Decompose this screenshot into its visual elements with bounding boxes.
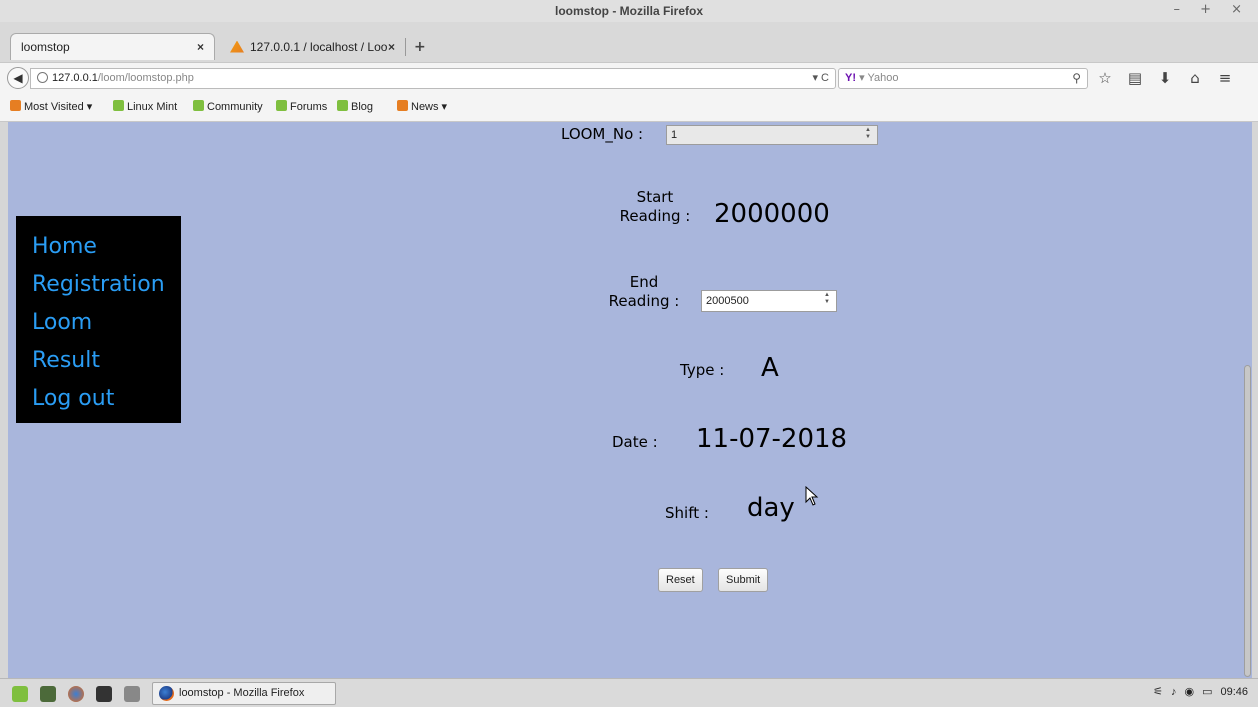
sidebar-item-home[interactable]: Home [32,228,181,266]
terminal-icon[interactable] [96,686,112,702]
home-icon[interactable]: ⌂ [1180,68,1210,89]
new-tab-icon[interactable]: + [414,39,426,55]
bookmark-linux-mint[interactable]: Linux Mint [113,100,177,113]
star-icon[interactable]: ☆ [1090,68,1120,89]
start-reading-label: Reading : [619,207,691,225]
battery-icon[interactable]: ▭ [1202,685,1212,698]
menu-icon[interactable]: ≡ [1210,68,1240,89]
most-visited-icon [10,100,21,111]
page-content: Home Registration Loom Result Log out LO… [8,122,1243,678]
rss-icon [397,100,408,111]
volume-icon[interactable]: ♪ [1171,686,1177,698]
bookmark-blog[interactable]: Blog [337,100,373,113]
start-reading-label-top: Start [636,188,674,206]
clock[interactable]: 09:46 [1220,686,1248,698]
bookmark-community[interactable]: Community [193,100,263,113]
tab-close-icon[interactable]: × [388,40,395,54]
firefox-launcher-icon[interactable] [68,686,84,702]
back-button[interactable]: ◀ [7,67,29,89]
sidebar-item-result[interactable]: Result [32,342,181,380]
download-icon[interactable]: ⬇ [1150,68,1180,89]
firefox-icon [159,686,174,701]
bookmark-label: Blog [351,101,374,113]
toolbar-icons: ☆ ▤ ⬇ ⌂ ≡ [1090,68,1240,89]
loom-no-input[interactable]: 1 ▲ ▼ [666,125,878,145]
globe-icon [37,72,48,83]
sidebar-item-loom[interactable]: Loom [32,304,181,342]
shift-value: day [747,493,795,523]
system-tray: ⚟ ♪ ◉ ▭ 09:46 [1153,685,1248,699]
end-reading-label-top: End [629,273,659,291]
tab-label: loomstop [21,40,70,54]
show-desktop-icon[interactable] [40,686,56,702]
network-icon[interactable]: ⚟ [1153,685,1163,698]
type-label: Type : [680,361,725,379]
url-bar[interactable]: 127.0.0.1/loom/loomstop.php ▾ C [30,68,836,89]
taskbar: loomstop - Mozilla Firefox ⚟ ♪ ◉ ▭ 09:46 [0,678,1258,707]
mint-icon [337,100,348,111]
sidebar-item-registration[interactable]: Registration [32,266,181,304]
mint-icon [276,100,287,111]
mint-menu-icon[interactable] [12,686,28,702]
bookmark-label: Community [207,101,263,113]
window-title-bar: loomstop - Mozilla Firefox – + × [0,0,1258,22]
yahoo-logo-icon: Y! [845,72,856,84]
spinner-arrows-icon[interactable]: ▲ ▼ [824,292,830,306]
tab-loomstop[interactable]: loomstop × [10,33,215,60]
bookmark-label: Most Visited ▾ [24,101,93,113]
submit-button[interactable]: Submit [718,568,769,592]
bookmarks-bar: Most Visited ▾ Linux Mint Community Foru… [0,92,1258,122]
window-title: loomstop - Mozilla Firefox [554,4,703,18]
spinner-arrows-icon[interactable]: ▲ ▼ [865,127,871,141]
taskbar-window-firefox[interactable]: loomstop - Mozilla Firefox [152,682,336,705]
window-controls[interactable]: – + × [1173,2,1250,17]
mint-icon [113,100,124,111]
sidebar-item-logout[interactable]: Log out [32,380,181,418]
end-reading-value: 2000500 [706,295,749,307]
sidebar-menu: Home Registration Loom Result Log out [16,216,181,423]
bookmark-most-visited[interactable]: Most Visited ▾ [10,100,92,113]
loom-no-value: 1 [671,129,678,141]
type-value: A [761,353,779,383]
bookmark-label: Linux Mint [127,101,178,113]
search-bar[interactable]: Y! ▾ Yahoo ⚲ [838,68,1088,89]
mint-icon [193,100,204,111]
taskbar-window-label: loomstop - Mozilla Firefox [179,687,305,699]
navigation-bar: ◀ 127.0.0.1/loom/loomstop.php ▾ C Y! ▾ Y… [0,62,1258,92]
shift-label: Shift : [665,504,709,522]
reading-list-icon[interactable]: ▤ [1120,68,1150,89]
tab-label: 127.0.0.1 / localhost / Loo... [250,39,388,54]
loom-no-label: LOOM_No : [561,125,644,143]
url-path: /loom/loomstop.php [97,72,194,84]
phpmyadmin-icon [230,40,244,53]
start-reading-value: 2000000 [714,199,830,229]
tab-divider [405,38,406,56]
bookmark-news[interactable]: News ▾ [397,100,447,113]
scrollbar-thumb[interactable] [1244,365,1251,677]
tab-strip: loomstop × 127.0.0.1 / localhost / Loo..… [0,22,1258,62]
end-reading-input[interactable]: 2000500 ▲ ▼ [701,290,837,312]
files-icon[interactable] [124,686,140,702]
reload-icon[interactable]: ▾ C [812,69,829,88]
url-host: 127.0.0.1 [52,72,98,84]
bookmark-label: Forums [290,101,328,113]
reset-button[interactable]: Reset [658,568,703,592]
end-reading-label: Reading : [608,292,680,310]
tab-close-icon[interactable]: × [197,40,204,54]
date-label: Date : [612,433,658,451]
bookmark-forums[interactable]: Forums [276,100,327,113]
update-icon[interactable]: ◉ [1184,685,1194,698]
search-icon[interactable]: ⚲ [1072,69,1081,88]
date-value: 11-07-2018 [696,424,848,454]
search-placeholder: ▾ Yahoo [859,72,899,84]
tab-phpmyadmin[interactable]: 127.0.0.1 / localhost / Loo... × [220,33,405,60]
bookmark-label: News ▾ [411,101,448,113]
